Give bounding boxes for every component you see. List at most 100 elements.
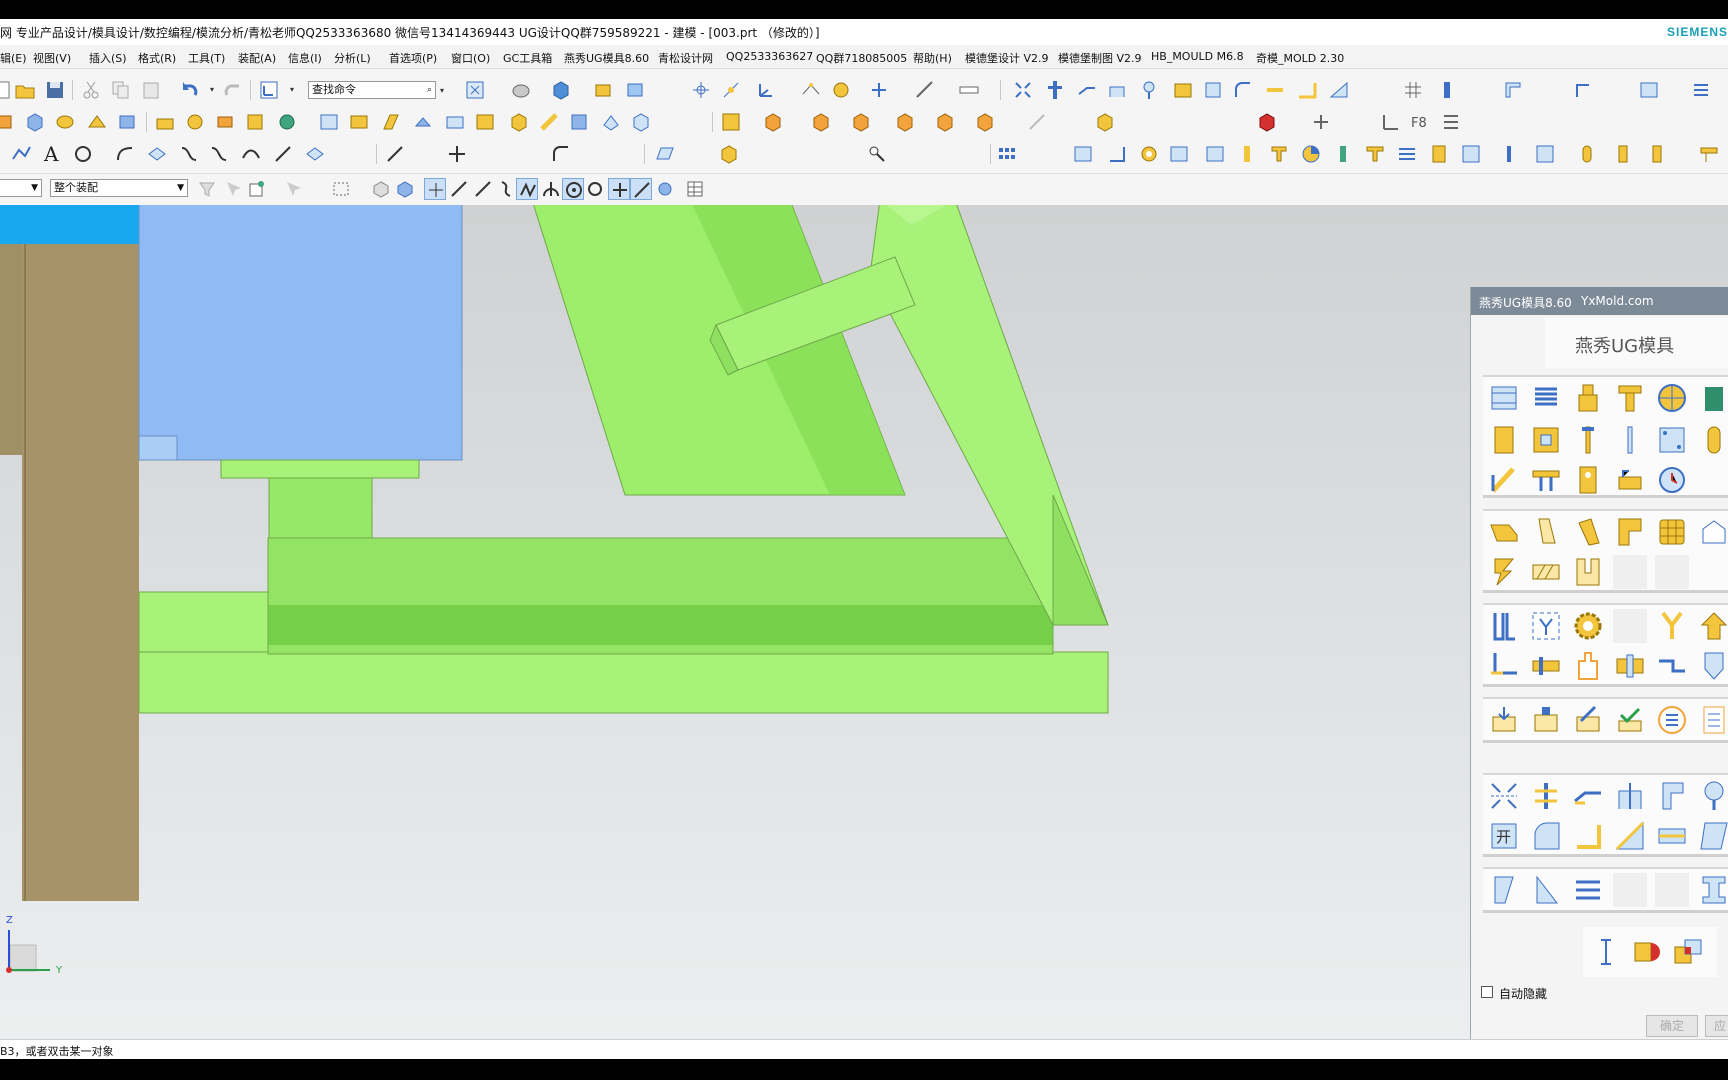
extrude-icon[interactable]	[0, 111, 16, 133]
filter-icon[interactable]	[196, 178, 218, 200]
square-plate-icon[interactable]	[1534, 143, 1556, 165]
import-tool-icon[interactable]	[1487, 703, 1521, 737]
bracket-icon[interactable]	[1502, 79, 1524, 101]
runner-tool-icon[interactable]	[1571, 779, 1605, 813]
fillet-curve-icon[interactable]	[550, 143, 572, 165]
measure-angle-icon[interactable]	[830, 79, 852, 101]
t-guide-icon[interactable]	[1364, 143, 1386, 165]
wedge-tool-icon[interactable]	[1571, 515, 1605, 549]
mold-align-icon[interactable]	[1012, 79, 1034, 101]
menu-qimo-mold[interactable]: 奇模_MOLD 2.30	[1256, 50, 1344, 66]
arrow-up-tool-icon[interactable]	[1697, 609, 1728, 643]
grid-icon[interactable]	[1402, 79, 1424, 101]
chamfer-icon[interactable]	[348, 111, 370, 133]
layer-plates-tool-icon[interactable]	[1571, 873, 1605, 907]
u-block-tool-icon[interactable]	[1571, 555, 1605, 589]
offset-block-tool-icon[interactable]	[1655, 819, 1689, 853]
snap-quadrant-icon[interactable]	[584, 178, 606, 200]
round-plate-tool-icon[interactable]	[1655, 381, 1689, 415]
cavity-icon[interactable]	[1328, 79, 1350, 101]
dialog-header[interactable]: 燕秀UG模具8.60 YxMold.com	[1471, 287, 1728, 315]
section-view-icon[interactable]	[914, 79, 936, 101]
capsule-icon[interactable]	[1576, 143, 1598, 165]
datum-plane-icon[interactable]	[1094, 111, 1116, 133]
menu-qingsong-site[interactable]: 青松设计网	[658, 50, 713, 66]
pin-icon[interactable]	[1572, 79, 1594, 101]
menu-gc-toolbox[interactable]: GC工具箱	[503, 50, 552, 66]
clamp-icon[interactable]	[1638, 79, 1660, 101]
core-icon[interactable]	[1296, 79, 1318, 101]
locating-ring-tool-icon[interactable]	[1571, 381, 1605, 415]
cross-icon[interactable]	[1310, 111, 1332, 133]
join-curve-icon[interactable]	[240, 143, 262, 165]
intersect-icon[interactable]	[568, 111, 590, 133]
bridge-curve-icon[interactable]	[208, 143, 230, 165]
snap-line-icon[interactable]	[448, 178, 470, 200]
corner-round-icon[interactable]	[1232, 79, 1254, 101]
cone-feature-icon[interactable]	[86, 111, 108, 133]
selection-scope-select[interactable]: 整个装配 ▼	[50, 179, 188, 197]
wave-spring-icon[interactable]	[1396, 143, 1418, 165]
vertex-icon[interactable]	[1380, 111, 1402, 133]
deselect-icon[interactable]	[282, 178, 304, 200]
latch-tool-icon[interactable]	[1571, 463, 1605, 497]
pocket-icon[interactable]	[214, 111, 236, 133]
text-cursor-tool-icon[interactable]	[1589, 935, 1623, 969]
menu-view[interactable]: 视图(V)	[33, 50, 71, 66]
ejector-pin-tool-icon[interactable]	[1571, 423, 1605, 457]
report-tool-icon[interactable]	[1697, 703, 1728, 737]
lasso-icon[interactable]	[866, 143, 888, 165]
rectangle-select-icon[interactable]	[330, 178, 352, 200]
connector-tool-icon[interactable]	[1529, 649, 1563, 683]
trim-curve-icon[interactable]	[384, 143, 406, 165]
sketch-icon[interactable]	[1026, 111, 1048, 133]
text-icon[interactable]: A	[42, 142, 64, 166]
pad-icon[interactable]	[244, 111, 266, 133]
menu-analysis[interactable]: 分析(L)	[334, 50, 371, 66]
insert-pocket-tool-icon[interactable]	[1529, 423, 1563, 457]
heel-block-tool-icon[interactable]	[1613, 515, 1647, 549]
type-filter-select[interactable]: ▼	[0, 179, 42, 197]
list-tool-icon[interactable]	[1655, 703, 1689, 737]
cylinder-feature-icon[interactable]	[54, 111, 76, 133]
block-icon[interactable]	[1202, 79, 1224, 101]
circle-curve-icon[interactable]	[72, 143, 94, 165]
menu-qq-group[interactable]: QQ群718085005	[816, 50, 907, 66]
array-icon[interactable]	[996, 143, 1018, 165]
offset-squares-tool-icon[interactable]	[1671, 935, 1705, 969]
corner-joint-tool-icon[interactable]	[1487, 649, 1521, 683]
y-joint-tool-icon[interactable]	[1655, 609, 1689, 643]
mirror-feature-icon[interactable]	[762, 111, 784, 133]
bom-tool-icon[interactable]	[1529, 703, 1563, 737]
lifter-icon[interactable]	[1106, 79, 1128, 101]
f8-icon[interactable]: F8	[1410, 111, 1432, 133]
ruled-surface-icon[interactable]	[654, 143, 676, 165]
cut-icon[interactable]	[80, 79, 102, 101]
menu-preferences[interactable]: 首选项(P)	[389, 50, 437, 66]
offset-curve-icon[interactable]	[114, 143, 136, 165]
ok-button[interactable]: 确定	[1646, 1015, 1698, 1037]
offset-face-icon[interactable]	[600, 111, 622, 133]
trim-body-icon[interactable]	[444, 111, 466, 133]
graphics-viewport[interactable]: Z Y	[0, 205, 1728, 1039]
corner-step-tool-icon[interactable]	[1571, 819, 1605, 853]
arch-block-tool-icon[interactable]	[1697, 515, 1728, 549]
undo-icon[interactable]	[178, 79, 200, 101]
timer-tool-icon[interactable]	[1655, 463, 1689, 497]
divide-curve-icon[interactable]	[446, 143, 468, 165]
lightning-block-tool-icon[interactable]	[1487, 555, 1521, 589]
csys-icon[interactable]	[754, 79, 776, 101]
unite-icon[interactable]	[508, 111, 530, 133]
layer-icon[interactable]	[592, 79, 614, 101]
bar-block-icon[interactable]	[1612, 143, 1634, 165]
menu-modebao-design[interactable]: 模德堡设计 V2.9	[965, 50, 1049, 66]
edge-blend-icon[interactable]	[318, 111, 340, 133]
chamfer-face-tool-icon[interactable]	[1613, 819, 1647, 853]
block-feature-icon[interactable]	[24, 111, 46, 133]
check-tool-icon[interactable]	[1613, 703, 1647, 737]
support-plate-tool-icon[interactable]	[1655, 423, 1689, 457]
snap-on-face-icon[interactable]	[654, 178, 676, 200]
mold-insert-icon[interactable]	[1106, 143, 1128, 165]
menu-qq-contact[interactable]: QQ2533363627	[726, 50, 813, 63]
snap-intersection-icon[interactable]	[516, 178, 538, 200]
